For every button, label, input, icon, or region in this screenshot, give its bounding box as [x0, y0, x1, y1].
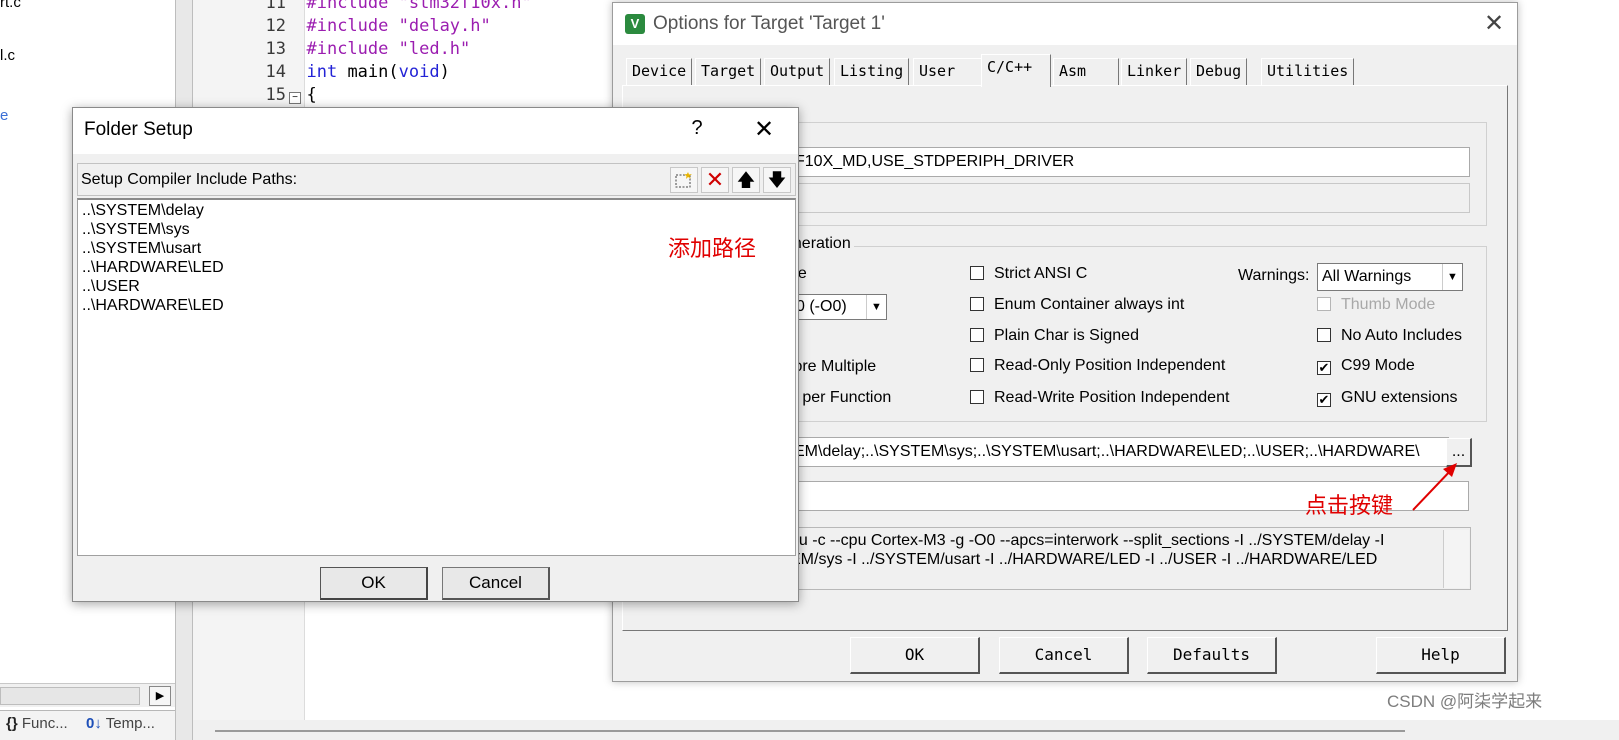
code-line: 13 #include "led.h"	[265, 39, 471, 59]
list-item[interactable]: ..\SYSTEM\delay	[82, 202, 204, 220]
checkbox-plain-char-signed[interactable]: Plain Char is Signed	[970, 327, 1139, 345]
tab-debug[interactable]: Debug	[1190, 58, 1248, 85]
tab-c-cpp[interactable]: C/C++	[981, 54, 1051, 87]
scrollbar-track[interactable]	[0, 687, 140, 705]
move-down-icon[interactable]: 🡇	[763, 167, 791, 193]
tab-utilities[interactable]: Utilities	[1261, 58, 1355, 85]
tab-templates[interactable]: 0↓ Temp...	[86, 715, 155, 732]
checkbox-enum-container[interactable]: Enum Container always int	[970, 296, 1184, 314]
option-label-fragment: tore Multiple	[789, 358, 877, 375]
braces-icon: {}	[6, 715, 18, 732]
code-line: 14 int main(void)	[265, 62, 450, 82]
tree-item[interactable]: l.c	[0, 47, 15, 64]
tab-label: Func...	[21, 715, 68, 732]
warnings-label: Warnings:	[1238, 267, 1310, 284]
optimization-select[interactable]: 0 (-O0) ▼	[791, 294, 887, 320]
include-paths-input[interactable]: EM\delay;..\SYSTEM\sys;..\SYSTEM\usart;.…	[789, 437, 1449, 467]
list-item[interactable]: ..\USER	[82, 278, 140, 296]
include-paths-label: Setup Compiler Include Paths:	[81, 171, 298, 188]
keil-app-icon: V	[625, 14, 645, 34]
checkbox	[1317, 297, 1331, 311]
include-paths-toolbar: Setup Compiler Include Paths: ✕ 🡅 🡇	[77, 163, 796, 196]
cancel-button[interactable]: Cancel	[442, 567, 550, 600]
vertical-scrollbar[interactable]	[1443, 530, 1469, 588]
delete-icon[interactable]: ✕	[701, 167, 729, 193]
compiler-control-string: nu -c --cpu Cortex-M3 -g -O0 --apcs=inte…	[783, 527, 1471, 590]
checkbox[interactable]	[970, 297, 984, 311]
tab-listing[interactable]: Listing	[834, 58, 910, 85]
checkbox-rwpi[interactable]: Read-Write Position Independent	[970, 389, 1229, 407]
tab-device[interactable]: Device	[626, 58, 693, 85]
check-icon[interactable]: ✔	[1317, 361, 1331, 375]
new-folder-icon[interactable]	[670, 167, 698, 193]
code-line: 12 #include "delay.h"	[265, 16, 491, 36]
help-button[interactable]: Help	[1376, 637, 1506, 674]
preprocessor-group: ls F10X_MD,USE_STDPERIPH_DRIVER	[781, 111, 1487, 226]
cancel-button[interactable]: Cancel	[999, 637, 1129, 674]
horizontal-scrollbar-thumb[interactable]	[215, 730, 1405, 732]
checkbox[interactable]	[970, 358, 984, 372]
undefine-input[interactable]	[790, 183, 1470, 213]
ok-button[interactable]: OK	[850, 637, 980, 674]
checkbox[interactable]	[970, 328, 984, 342]
chevron-down-icon[interactable]: ▼	[866, 295, 886, 319]
tab-asm[interactable]: Asm	[1053, 58, 1119, 85]
list-item[interactable]: ..\HARDWARE\LED	[82, 259, 224, 277]
defaults-button[interactable]: Defaults	[1147, 637, 1277, 674]
scroll-right-arrow-icon[interactable]: ▶	[149, 686, 171, 706]
warnings-select[interactable]: All Warnings ▼	[1317, 263, 1463, 291]
dialog-titlebar: V Options for Target 'Target 1' ✕	[613, 3, 1517, 45]
tab-label: Temp...	[105, 715, 155, 732]
dialog-titlebar: Folder Setup ? ✕	[73, 108, 798, 154]
code-line: 15 {	[265, 85, 317, 105]
tab-linker[interactable]: Linker	[1121, 58, 1188, 85]
checkbox-strict-ansi-c[interactable]: Strict ANSI C	[970, 265, 1087, 283]
horizontal-scrollbar[interactable]: ▶	[0, 683, 175, 707]
optimization-value: 0 (-O0)	[796, 298, 847, 315]
warnings-value: All Warnings	[1322, 268, 1412, 285]
close-icon[interactable]: ✕	[749, 114, 779, 146]
list-item[interactable]: ..\SYSTEM\usart	[82, 240, 201, 258]
annotation-arrow-icon	[1412, 463, 1457, 511]
checkbox[interactable]	[970, 266, 984, 280]
checkbox[interactable]	[1317, 328, 1331, 342]
checkbox-no-auto-includes[interactable]: No Auto Includes	[1317, 327, 1462, 345]
define-input[interactable]: F10X_MD,USE_STDPERIPH_DRIVER	[790, 147, 1470, 177]
move-up-icon[interactable]: 🡅	[732, 167, 760, 193]
watermark: CSDN @阿柒学起来	[1387, 692, 1543, 711]
compiler-control-line: nu -c --cpu Cortex-M3 -g -O0 --apcs=inte…	[790, 532, 1385, 549]
folder-setup-dialog: Folder Setup ? ✕ Setup Compiler Include …	[72, 107, 799, 602]
help-icon[interactable]: ?	[685, 117, 709, 140]
tab-functions[interactable]: {} Func...	[6, 715, 68, 732]
check-icon[interactable]: ✔	[1317, 393, 1331, 407]
fold-minus-icon[interactable]: −	[289, 92, 301, 104]
panel-tabs: {} Func... 0↓ Temp...	[0, 710, 175, 740]
chevron-down-icon[interactable]: ▼	[1442, 264, 1462, 290]
tree-item[interactable]: e	[0, 107, 8, 124]
close-icon[interactable]: ✕	[1479, 9, 1509, 39]
annotation-add-path: 添加路径	[668, 237, 757, 262]
list-item[interactable]: ..\SYSTEM\sys	[82, 221, 190, 239]
list-item[interactable]: ..\HARDWARE\LED	[82, 297, 224, 315]
dialog-title: Options for Target 'Target 1'	[653, 13, 885, 34]
tab-target[interactable]: Target	[695, 58, 762, 85]
checkbox[interactable]	[970, 390, 984, 404]
option-label-fragment: n per Function	[789, 389, 892, 406]
tab-user[interactable]: User	[913, 58, 983, 85]
tab-output[interactable]: Output	[764, 58, 831, 85]
template-icon: 0↓	[86, 715, 102, 732]
code-line: 11 #include "stm32f10x.h"	[265, 0, 532, 13]
annotation-click-button: 点击按键	[1305, 494, 1394, 519]
compiler-control-line: EM/sys -I ../SYSTEM/usart -I ../HARDWARE…	[790, 551, 1378, 568]
checkbox-gnu-extensions[interactable]: ✔ GNU extensions	[1317, 389, 1458, 407]
checkbox-thumb-mode: Thumb Mode	[1317, 296, 1435, 314]
tree-item[interactable]: rt.c	[0, 0, 21, 11]
checkbox-c99-mode[interactable]: ✔ C99 Mode	[1317, 357, 1415, 375]
checkbox-ropi[interactable]: Read-Only Position Independent	[970, 357, 1225, 375]
dialog-title: Folder Setup	[84, 119, 193, 140]
ok-button[interactable]: OK	[320, 567, 428, 600]
